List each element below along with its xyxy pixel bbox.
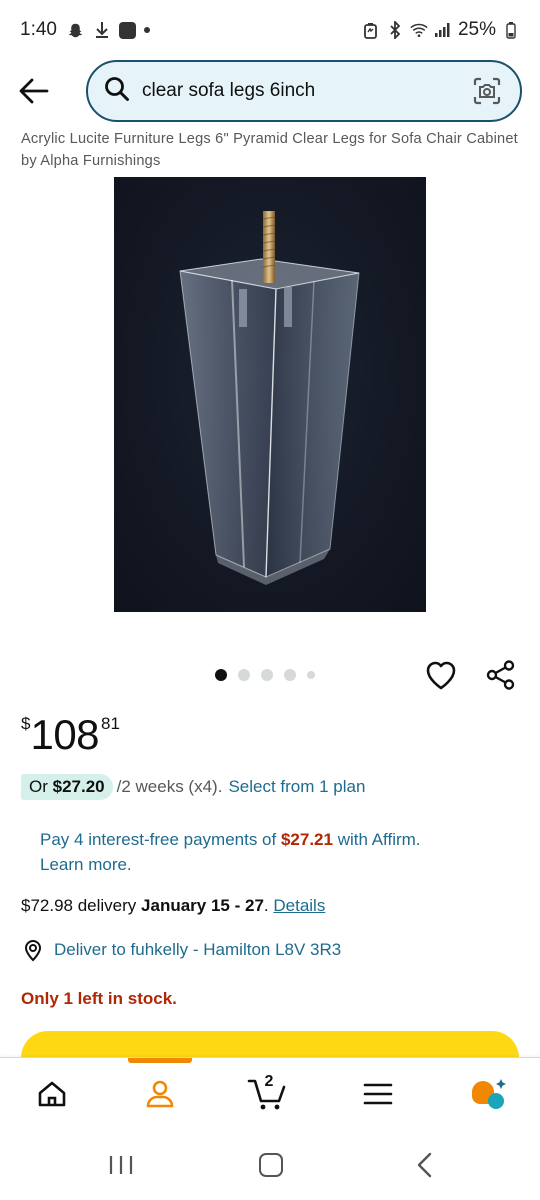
- system-back-icon[interactable]: [413, 1152, 437, 1178]
- bluetooth-icon: [386, 21, 404, 39]
- menu-icon: [363, 1083, 393, 1105]
- back-arrow-icon[interactable]: [12, 69, 56, 113]
- installment-pill: Or $27.20: [21, 774, 113, 800]
- carousel-dot[interactable]: [238, 669, 250, 681]
- affirm-learn-more-link[interactable]: Learn more.: [40, 855, 132, 874]
- price-currency: $: [21, 714, 31, 733]
- signal-icon: [434, 21, 452, 39]
- search-bar[interactable]: clear sofa legs 6inch: [86, 60, 522, 122]
- deliver-to-text[interactable]: Deliver to fuhkelly - Hamilton L8V 3R3: [54, 940, 341, 960]
- installment-terms: /2 weeks (x4).: [116, 777, 223, 796]
- deliver-to-location[interactable]: Deliver to fuhkelly - Hamilton L8V 3R3: [21, 938, 341, 962]
- rufus-icon: [472, 1079, 506, 1109]
- status-left-icons: [67, 21, 150, 39]
- carousel-dot[interactable]: [284, 669, 296, 681]
- nav-home[interactable]: [17, 1058, 87, 1130]
- image-carousel-dots[interactable]: [215, 669, 315, 681]
- affirm-offer[interactable]: Pay 4 interest-free payments of $27.21 w…: [40, 827, 480, 877]
- battery-percent: 25%: [457, 19, 496, 40]
- location-pin-icon: [21, 938, 45, 962]
- delivery-details-link[interactable]: Details: [273, 896, 325, 915]
- download-icon: [93, 21, 111, 39]
- home-icon: [38, 1081, 66, 1107]
- person-icon: [146, 1080, 174, 1108]
- search-input[interactable]: clear sofa legs 6inch: [142, 80, 470, 102]
- system-nav-bar: [0, 1130, 540, 1200]
- search-icon: [104, 76, 130, 107]
- price: $ 108 81: [21, 708, 120, 762]
- product-title[interactable]: Acrylic Lucite Furniture Legs 6" Pyramid…: [21, 128, 521, 172]
- affirm-amount: $27.21: [280, 830, 333, 849]
- nav-account[interactable]: [125, 1058, 195, 1130]
- heart-icon[interactable]: [422, 656, 460, 694]
- dot-icon: [143, 27, 150, 33]
- status-bar: 1:40 25%: [0, 0, 540, 60]
- delivery-dates: January 15 - 27: [141, 896, 264, 915]
- nav-cart[interactable]: 2: [233, 1058, 303, 1130]
- product-image[interactable]: [114, 177, 426, 612]
- wifi-icon: [410, 21, 428, 39]
- status-right-icons: 25%: [362, 19, 520, 41]
- cart-count-badge: 2: [264, 1073, 274, 1090]
- carousel-dot[interactable]: [215, 669, 227, 681]
- battery-saver-icon: [362, 21, 380, 39]
- share-icon[interactable]: [482, 656, 520, 694]
- system-home-icon[interactable]: [259, 1153, 283, 1177]
- carousel-dot[interactable]: [261, 669, 273, 681]
- price-fraction: 81: [101, 714, 120, 733]
- camera-lens-icon[interactable]: [470, 74, 504, 108]
- stock-status: Only 1 left in stock.: [21, 989, 177, 1008]
- nav-menu[interactable]: [343, 1058, 413, 1130]
- select-plan-link[interactable]: Select from 1 plan: [228, 777, 365, 797]
- snapchat-icon: [67, 21, 85, 39]
- app-icon: [118, 21, 136, 39]
- status-time: 1:40: [20, 19, 57, 40]
- price-whole: 108: [30, 711, 100, 758]
- installment-amount: $27.20: [52, 777, 105, 796]
- active-tab-indicator: [128, 1058, 192, 1063]
- recents-icon[interactable]: [106, 1154, 136, 1176]
- nav-rufus[interactable]: [453, 1058, 523, 1130]
- installment-offer: Or $27.20 /2 weeks (x4). Select from 1 p…: [21, 774, 365, 800]
- bottom-nav: 2: [0, 1057, 540, 1129]
- carousel-dot[interactable]: [307, 671, 315, 679]
- search-header: clear sofa legs 6inch: [0, 58, 540, 124]
- delivery-cost: $72.98 delivery: [21, 896, 137, 915]
- delivery-info: $72.98 delivery January 15 - 27. Details: [21, 896, 326, 915]
- battery-icon: [502, 21, 520, 39]
